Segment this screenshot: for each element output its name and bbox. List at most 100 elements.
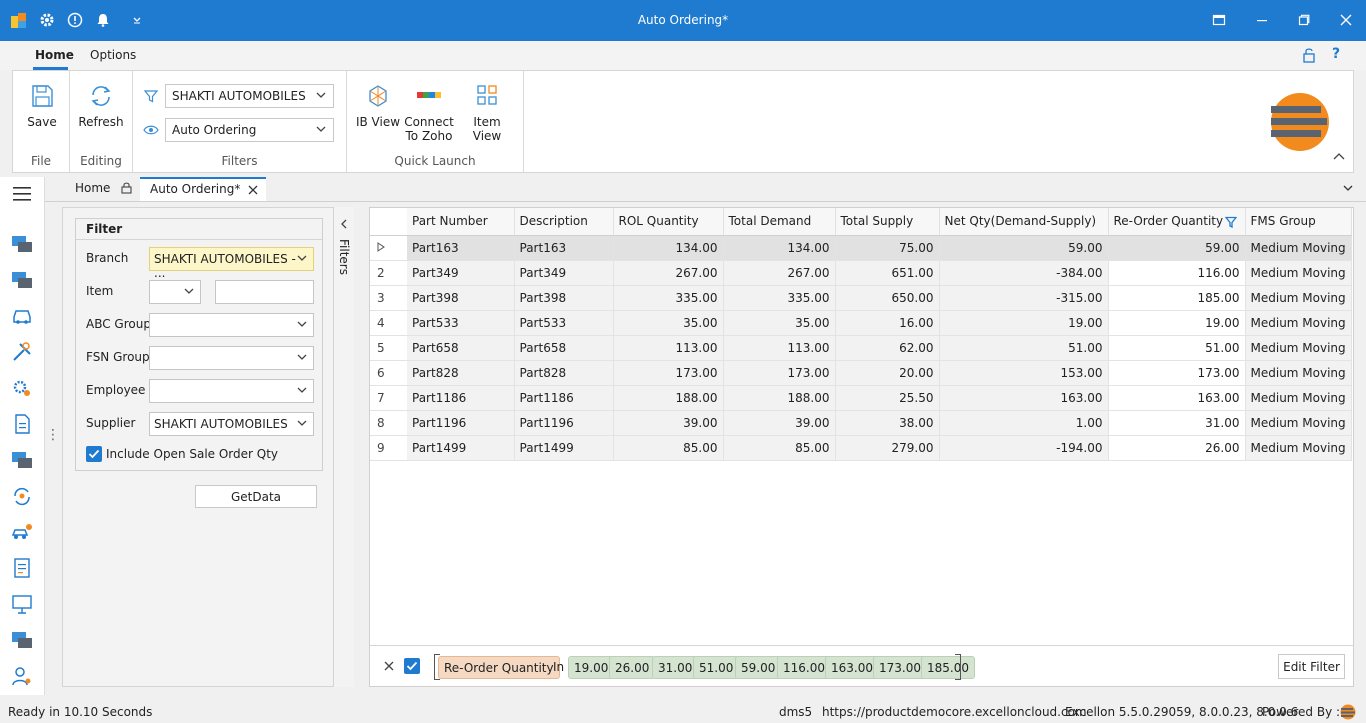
- table-cell[interactable]: Part349: [407, 260, 515, 286]
- column-header[interactable]: ROL Quantity: [613, 208, 724, 236]
- column-header[interactable]: Total Demand: [723, 208, 836, 236]
- restore-layout-icon[interactable]: [1210, 11, 1228, 29]
- table-cell[interactable]: 116.00: [1108, 260, 1246, 286]
- car-icon[interactable]: [11, 305, 33, 327]
- save-button[interactable]: Save: [23, 83, 61, 129]
- item-view-button[interactable]: Item View: [459, 83, 515, 143]
- table-cell[interactable]: 267.00: [723, 260, 836, 286]
- table-cell[interactable]: -384.00: [939, 260, 1109, 286]
- collapse-left-icon[interactable]: [340, 219, 348, 229]
- table-cell[interactable]: Part1499: [514, 435, 614, 461]
- minimize-icon[interactable]: [1253, 11, 1271, 29]
- tab-list-dropdown-icon[interactable]: [1343, 183, 1353, 193]
- table-cell[interactable]: Part828: [514, 360, 614, 386]
- doc-tab-active[interactable]: Auto Ordering*: [140, 177, 266, 201]
- branch-combo[interactable]: SHAKTI AUTOMOBILES - ...: [149, 247, 314, 280]
- column-header[interactable]: Description: [514, 208, 614, 236]
- table-cell[interactable]: 35.00: [723, 310, 836, 336]
- table-cell[interactable]: 335.00: [613, 285, 724, 311]
- table-cell[interactable]: 335.00: [723, 285, 836, 311]
- tab-options[interactable]: Options: [90, 48, 136, 62]
- abc-group-combo[interactable]: [149, 313, 314, 337]
- side-splitter-handle[interactable]: ⋮: [46, 427, 60, 443]
- item-input[interactable]: [215, 280, 314, 304]
- include-open-sale-checkbox[interactable]: [86, 446, 102, 462]
- filter-value-chip[interactable]: 185.00: [921, 656, 975, 679]
- table-cell[interactable]: Medium Moving: [1245, 410, 1352, 436]
- view-combo[interactable]: Auto Ordering: [165, 118, 334, 142]
- column-filter-icon[interactable]: [1224, 216, 1237, 228]
- table-cell[interactable]: Medium Moving: [1245, 385, 1352, 411]
- tab-home[interactable]: Home: [35, 48, 74, 62]
- column-header[interactable]: Part Number: [407, 208, 515, 236]
- table-cell[interactable]: 279.00: [835, 435, 940, 461]
- table-cell[interactable]: 113.00: [723, 335, 836, 361]
- table-cell[interactable]: 38.00: [835, 410, 940, 436]
- table-cell[interactable]: 173.00: [723, 360, 836, 386]
- table-cell[interactable]: Medium Moving: [1245, 310, 1352, 336]
- table-cell[interactable]: 62.00: [835, 335, 940, 361]
- table-cell[interactable]: 85.00: [613, 435, 724, 461]
- workstation-icon[interactable]: [11, 269, 33, 291]
- table-cell[interactable]: 85.00: [723, 435, 836, 461]
- table-cell[interactable]: Part349: [514, 260, 614, 286]
- table-row[interactable]: 5 Part658 Part658 113.00 113.00 62.00 51.00 51.…: [370, 335, 1352, 361]
- table-cell[interactable]: 185.00: [1108, 285, 1246, 311]
- presentation-icon[interactable]: [11, 593, 33, 615]
- getdata-button[interactable]: GetData: [195, 485, 317, 508]
- collapse-ribbon-icon[interactable]: [1333, 151, 1345, 163]
- table-row[interactable]: 2 Part349 Part349 267.00 267.00 651.00 -384.00…: [370, 260, 1352, 286]
- table-cell[interactable]: Part533: [407, 310, 515, 336]
- document-icon[interactable]: [11, 413, 33, 435]
- table-cell[interactable]: -194.00: [939, 435, 1109, 461]
- table-cell[interactable]: 134.00: [613, 235, 724, 261]
- table-row[interactable]: 9 Part1499 Part1499 85.00 85.00 279.00 -194.00…: [370, 435, 1352, 461]
- table-cell[interactable]: 19.00: [1108, 310, 1246, 336]
- employee-combo[interactable]: [149, 379, 314, 403]
- clear-filter-icon[interactable]: [384, 661, 394, 671]
- help-icon[interactable]: ?: [1332, 46, 1340, 62]
- table-row[interactable]: 4 Part533 Part533 35.00 35.00 16.00 19.00 19.00…: [370, 310, 1352, 336]
- lock-icon[interactable]: [1302, 47, 1316, 66]
- doc-tab-home[interactable]: Home: [75, 181, 110, 195]
- sync-icon[interactable]: [11, 485, 33, 507]
- table-cell[interactable]: 651.00: [835, 260, 940, 286]
- branch-filter-combo[interactable]: SHAKTI AUTOMOBILES: [165, 84, 334, 108]
- user-settings-icon[interactable]: [11, 665, 33, 687]
- table-cell[interactable]: Part1186: [407, 385, 515, 411]
- table-cell[interactable]: Medium Moving: [1245, 360, 1352, 386]
- table-cell[interactable]: Part163: [407, 235, 515, 261]
- vehicle-service-icon[interactable]: [11, 521, 33, 543]
- table-cell[interactable]: 173.00: [1108, 360, 1246, 386]
- table-cell[interactable]: 188.00: [723, 385, 836, 411]
- table-row[interactable]: 6 Part828 Part828 173.00 173.00 20.00 153.00 17…: [370, 360, 1352, 386]
- table-cell[interactable]: 25.50: [835, 385, 940, 411]
- filter-field-chip[interactable]: Re-Order Quantity: [438, 656, 560, 679]
- connect-to-zoho-button[interactable]: Connect To Zoho: [403, 83, 455, 143]
- filters-side-tab[interactable]: Filters: [334, 207, 354, 687]
- table-cell[interactable]: 51.00: [1108, 335, 1246, 361]
- table-cell[interactable]: Medium Moving: [1245, 335, 1352, 361]
- table-cell[interactable]: Medium Moving: [1245, 260, 1352, 286]
- table-cell[interactable]: 39.00: [613, 410, 724, 436]
- column-header-reorder[interactable]: Re-Order Quantity: [1108, 208, 1246, 236]
- table-cell[interactable]: Part658: [514, 335, 614, 361]
- table-cell[interactable]: Part533: [514, 310, 614, 336]
- table-cell[interactable]: Part163: [514, 235, 614, 261]
- table-cell[interactable]: 19.00: [939, 310, 1109, 336]
- table-cell[interactable]: 59.00: [939, 235, 1109, 261]
- table-cell[interactable]: 650.00: [835, 285, 940, 311]
- close-icon[interactable]: [1337, 11, 1355, 29]
- workstation-icon[interactable]: [11, 233, 33, 255]
- filter-value-chip[interactable]: 59.00: [735, 656, 782, 679]
- table-cell[interactable]: 39.00: [723, 410, 836, 436]
- table-cell[interactable]: 163.00: [1108, 385, 1246, 411]
- table-cell[interactable]: 163.00: [939, 385, 1109, 411]
- fsn-group-combo[interactable]: [149, 346, 314, 370]
- table-cell[interactable]: 1.00: [939, 410, 1109, 436]
- column-header[interactable]: Total Supply: [835, 208, 940, 236]
- table-cell[interactable]: Part398: [407, 285, 515, 311]
- table-cell[interactable]: Part1196: [514, 410, 614, 436]
- column-header[interactable]: FMS Group: [1245, 208, 1352, 236]
- workstation-icon[interactable]: [11, 629, 33, 651]
